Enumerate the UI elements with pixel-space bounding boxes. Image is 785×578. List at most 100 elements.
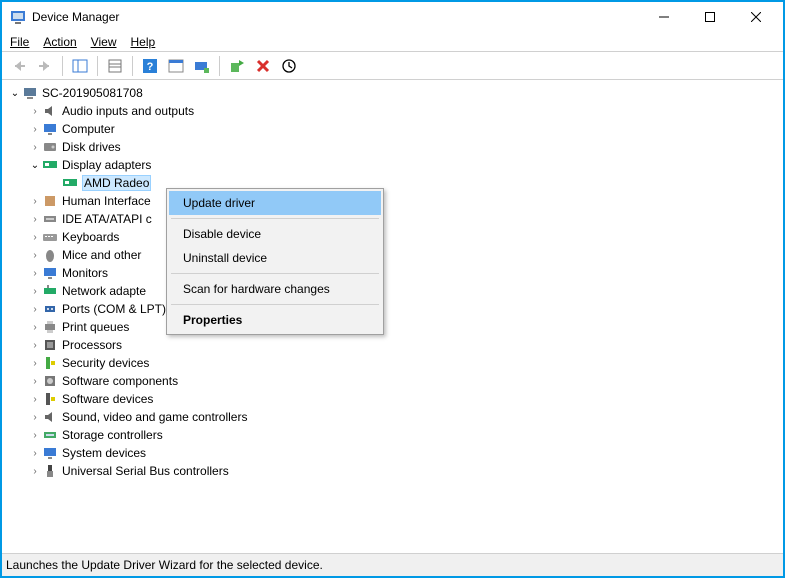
chevron-right-icon[interactable]: › — [28, 142, 42, 153]
tree-node-computer[interactable]: ›Computer — [28, 120, 777, 138]
ctx-disable-device[interactable]: Disable device — [169, 222, 381, 246]
tree-node-label: Security devices — [62, 356, 149, 370]
menu-separator — [171, 304, 379, 305]
chevron-right-icon[interactable]: › — [28, 124, 42, 135]
software-device-icon — [42, 391, 58, 407]
toolbar-separator — [132, 56, 133, 76]
chevron-right-icon[interactable]: › — [28, 376, 42, 387]
tree-node-label: SC-201905081708 — [42, 86, 143, 100]
tree-node-usb[interactable]: › Universal Serial Bus controllers — [28, 462, 777, 480]
security-icon — [42, 355, 58, 371]
window-titlebar: Device Manager — [2, 2, 783, 32]
chevron-right-icon[interactable]: › — [28, 430, 42, 441]
chevron-right-icon[interactable]: › — [28, 448, 42, 459]
tree-node-label: Universal Serial Bus controllers — [62, 464, 229, 478]
menu-file[interactable]: File — [10, 35, 29, 49]
tree-node-monitors[interactable]: ›Monitors — [28, 264, 777, 282]
disk-icon — [42, 139, 58, 155]
chevron-right-icon[interactable]: › — [28, 394, 42, 405]
tree-node-label: Storage controllers — [62, 428, 163, 442]
tree-node-keyboards[interactable]: ›Keyboards — [28, 228, 777, 246]
show-hide-tree-button[interactable] — [69, 55, 91, 77]
tree-node-disk[interactable]: › Disk drives — [28, 138, 777, 156]
chevron-right-icon[interactable]: › — [28, 358, 42, 369]
tree-node-mice[interactable]: ›Mice and other — [28, 246, 777, 264]
mouse-icon — [42, 247, 58, 263]
tree-node-display[interactable]: ⌄Display adapters — [28, 156, 777, 174]
chevron-right-icon[interactable]: › — [28, 196, 42, 207]
chevron-down-icon[interactable]: ⌄ — [8, 88, 22, 99]
chevron-right-icon[interactable]: › — [28, 322, 42, 333]
ctx-scan-hardware[interactable]: Scan for hardware changes — [169, 277, 381, 301]
hid-icon — [42, 193, 58, 209]
tree-node-label: Audio inputs and outputs — [62, 104, 194, 118]
tree-node-system[interactable]: ›System devices — [28, 444, 777, 462]
chevron-right-icon[interactable]: › — [28, 214, 42, 225]
tree-node-security[interactable]: › Security devices — [28, 354, 777, 372]
action-button[interactable] — [165, 55, 187, 77]
device-tree-panel[interactable]: ⌄ SC-201905081708 › Audio inputs and outp… — [2, 80, 783, 554]
toolbar-separator — [219, 56, 220, 76]
tree-node-swdev[interactable]: ›Software devices — [28, 390, 777, 408]
tree-node-sound[interactable]: › Sound, video and game controllers — [28, 408, 777, 426]
tree-node-audio[interactable]: › Audio inputs and outputs — [28, 102, 777, 120]
chevron-right-icon[interactable]: › — [28, 232, 42, 243]
cpu-icon — [42, 337, 58, 353]
tree-node-ports[interactable]: ›Ports (COM & LPT) — [28, 300, 777, 318]
uninstall-device-button[interactable] — [252, 55, 274, 77]
tree-node-label: Processors — [62, 338, 122, 352]
menu-separator — [171, 218, 379, 219]
update-driver-button[interactable] — [226, 55, 248, 77]
device-tree[interactable]: ⌄ SC-201905081708 › Audio inputs and outp… — [8, 84, 777, 480]
chevron-right-icon[interactable]: › — [28, 412, 42, 423]
tree-node-label: IDE ATA/ATAPI c — [62, 212, 152, 226]
chevron-down-icon[interactable]: ⌄ — [28, 160, 42, 171]
close-button[interactable] — [733, 2, 779, 32]
forward-button[interactable] — [34, 55, 56, 77]
tree-node-label: Sound, video and game controllers — [62, 410, 247, 424]
ports-icon — [42, 301, 58, 317]
tree-node-network[interactable]: ›Network adapte — [28, 282, 777, 300]
menu-item-label: Properties — [183, 313, 242, 327]
tree-node-ide[interactable]: › IDE ATA/ATAPI c — [28, 210, 777, 228]
chevron-right-icon[interactable]: › — [28, 466, 42, 477]
menu-action[interactable]: Action — [43, 35, 76, 49]
tree-root[interactable]: ⌄ SC-201905081708 — [8, 84, 777, 102]
tree-node-processors[interactable]: › Processors — [28, 336, 777, 354]
speaker-icon — [42, 103, 58, 119]
tree-node-storage[interactable]: › Storage controllers — [28, 426, 777, 444]
chevron-right-icon[interactable]: › — [28, 340, 42, 351]
disable-device-button[interactable] — [278, 55, 300, 77]
display-adapter-icon — [62, 175, 78, 191]
ctx-properties[interactable]: Properties — [169, 308, 381, 332]
chevron-right-icon[interactable]: › — [28, 304, 42, 315]
chevron-right-icon[interactable]: › — [28, 268, 42, 279]
menu-help[interactable]: Help — [131, 35, 156, 49]
app-icon — [10, 9, 26, 25]
ctx-uninstall-device[interactable]: Uninstall device — [169, 246, 381, 270]
chevron-right-icon[interactable]: › — [28, 250, 42, 261]
menu-view[interactable]: View — [91, 35, 117, 49]
menu-item-label: Update driver — [183, 196, 255, 210]
back-button[interactable] — [8, 55, 30, 77]
tree-node-hid[interactable]: ›Human Interface — [28, 192, 777, 210]
tree-node-label: Disk drives — [62, 140, 121, 154]
tree-node-swcomp[interactable]: ›Software components — [28, 372, 777, 390]
chevron-right-icon[interactable]: › — [28, 286, 42, 297]
menu-item-label: Uninstall device — [183, 251, 267, 265]
properties-button[interactable] — [104, 55, 126, 77]
menu-item-label: Scan for hardware changes — [183, 282, 330, 296]
minimize-button[interactable] — [641, 2, 687, 32]
scan-hardware-button[interactable] — [191, 55, 213, 77]
ctx-update-driver[interactable]: Update driver — [169, 191, 381, 215]
maximize-button[interactable] — [687, 2, 733, 32]
help-button[interactable]: ? — [139, 55, 161, 77]
system-icon — [42, 445, 58, 461]
chevron-right-icon[interactable]: › — [28, 106, 42, 117]
tree-node-display-child[interactable]: AMD Radeo — [48, 174, 777, 192]
display-adapter-icon — [42, 157, 58, 173]
window-title: Device Manager — [32, 10, 119, 24]
printer-icon — [42, 319, 58, 335]
tree-node-printq[interactable]: ›Print queues — [28, 318, 777, 336]
menu-separator — [171, 273, 379, 274]
